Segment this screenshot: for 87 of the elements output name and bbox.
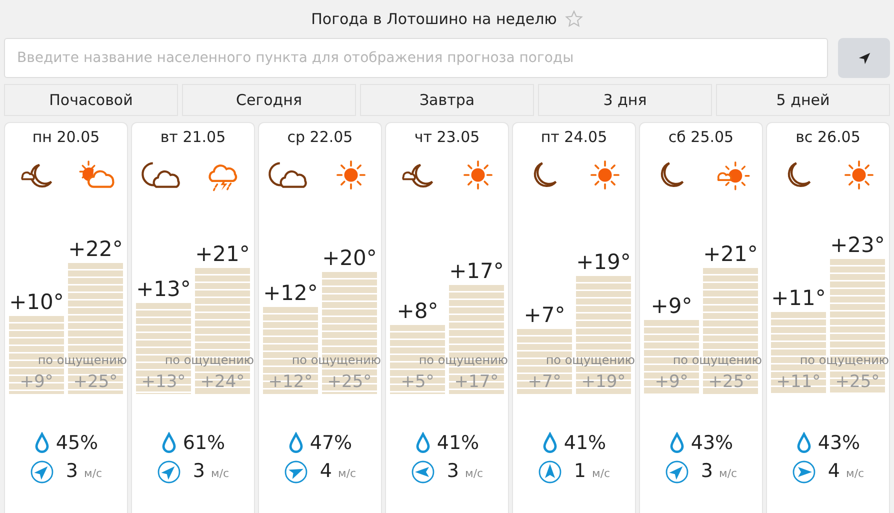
precipitation-value: 41% xyxy=(436,432,480,454)
wind-unit: м/с xyxy=(338,467,356,480)
period-tab[interactable]: Почасовой xyxy=(4,84,178,116)
feels-like-label: по ощущению xyxy=(38,353,127,367)
wind-speed: 3 xyxy=(446,460,460,482)
wind-speed: 4 xyxy=(320,460,332,482)
wind-direction-icon xyxy=(792,460,816,484)
period-tab[interactable]: Сегодня xyxy=(182,84,356,116)
location-button[interactable] xyxy=(838,38,890,78)
day-date: пн 20.05 xyxy=(32,128,100,146)
temperature-value: +11° xyxy=(771,286,826,310)
wind-direction-icon xyxy=(284,460,308,484)
temperature-value: +12° xyxy=(263,281,318,306)
temperature-value: +7° xyxy=(524,303,566,328)
wind-speed: 3 xyxy=(192,460,206,482)
feels-like-value: +7° xyxy=(526,372,562,392)
feels-like-value: +25° xyxy=(707,372,754,392)
feels-like-label: по ощущению xyxy=(800,353,889,367)
feels-like-value: +19° xyxy=(580,372,627,392)
day-date: вт 21.05 xyxy=(160,128,226,146)
temperature-value: +17° xyxy=(449,259,504,284)
wind-direction-icon xyxy=(664,460,689,484)
feels-like-value: +17° xyxy=(453,372,500,392)
day-date: вс 26.05 xyxy=(796,128,860,146)
feels-like-value: +11° xyxy=(775,372,822,392)
raindrop-icon xyxy=(414,432,431,454)
feels-like-value: +25° xyxy=(72,372,119,392)
feels-like-value: +12° xyxy=(267,372,314,392)
precipitation-value: 61% xyxy=(182,432,226,454)
temperature-value: +21° xyxy=(703,242,758,266)
raindrop-icon xyxy=(796,432,812,454)
wind-direction-icon xyxy=(156,460,181,484)
feels-like-value: +13° xyxy=(140,372,187,392)
wind-speed: 3 xyxy=(700,460,714,482)
day-date: пт 24.05 xyxy=(540,128,608,146)
wind-speed: 1 xyxy=(574,460,586,482)
day-date: ср 22.05 xyxy=(287,128,353,146)
location-arrow-icon xyxy=(856,50,872,66)
feels-like-value: +25° xyxy=(834,372,881,392)
feels-like-label: по ощущению xyxy=(546,353,635,367)
wind-unit: м/с xyxy=(592,467,610,480)
wind-direction-icon xyxy=(538,460,562,484)
period-tab[interactable]: Завтра xyxy=(360,84,534,116)
page-title: Погода в Лотошино на неделю xyxy=(311,10,557,28)
temperature-value: +22° xyxy=(68,237,123,262)
raindrop-icon xyxy=(542,432,558,454)
wind-unit: м/с xyxy=(846,467,864,480)
precipitation-value: 43% xyxy=(818,432,860,454)
raindrop-icon xyxy=(668,432,685,454)
wind-unit: м/с xyxy=(465,467,484,480)
precipitation-value: 41% xyxy=(564,432,606,454)
wind-direction-icon xyxy=(30,460,54,484)
feels-like-label: по ощущению xyxy=(418,353,508,367)
feels-like-label: по ощущению xyxy=(292,353,381,367)
wind-unit: м/с xyxy=(719,467,738,480)
raindrop-icon xyxy=(160,432,177,454)
wind-unit: м/с xyxy=(84,467,102,480)
raindrop-icon xyxy=(34,432,50,454)
temperature-value: +13° xyxy=(136,276,191,301)
star-icon[interactable] xyxy=(564,10,583,28)
temperature-value: +8° xyxy=(396,298,438,323)
precipitation-value: 47% xyxy=(310,432,352,454)
search-field[interactable]: Введите название населенного пункта для отображения прогноза погоды xyxy=(4,38,828,78)
temperature-value: +19° xyxy=(576,250,631,274)
temperature-value: +10° xyxy=(9,290,64,314)
wind-speed: 4 xyxy=(828,460,840,482)
feels-like-value: +25° xyxy=(326,372,373,392)
wind-speed: 3 xyxy=(66,460,78,482)
raindrop-icon xyxy=(288,432,304,454)
period-tab[interactable]: 3 дня xyxy=(538,84,712,116)
temperature-value: +21° xyxy=(195,242,250,266)
period-tab[interactable]: 5 дней xyxy=(716,84,890,116)
feels-like-label: по ощущению xyxy=(672,353,762,367)
feels-like-value: +9° xyxy=(18,372,54,392)
temperature-value: +23° xyxy=(830,232,885,257)
feels-like-value: +24° xyxy=(199,372,246,392)
wind-unit: м/с xyxy=(211,467,230,480)
precipitation-value: 43% xyxy=(690,432,734,454)
wind-direction-icon xyxy=(410,460,435,484)
precipitation-value: 45% xyxy=(56,432,98,454)
temperature-value: +20° xyxy=(322,246,377,270)
feels-like-label: по ощущению xyxy=(164,353,254,367)
day-date: чт 23.05 xyxy=(414,128,480,146)
feels-like-value: +9° xyxy=(654,372,690,392)
feels-like-value: +5° xyxy=(400,372,436,392)
day-date: сб 25.05 xyxy=(668,128,734,146)
temperature-value: +9° xyxy=(650,294,692,318)
